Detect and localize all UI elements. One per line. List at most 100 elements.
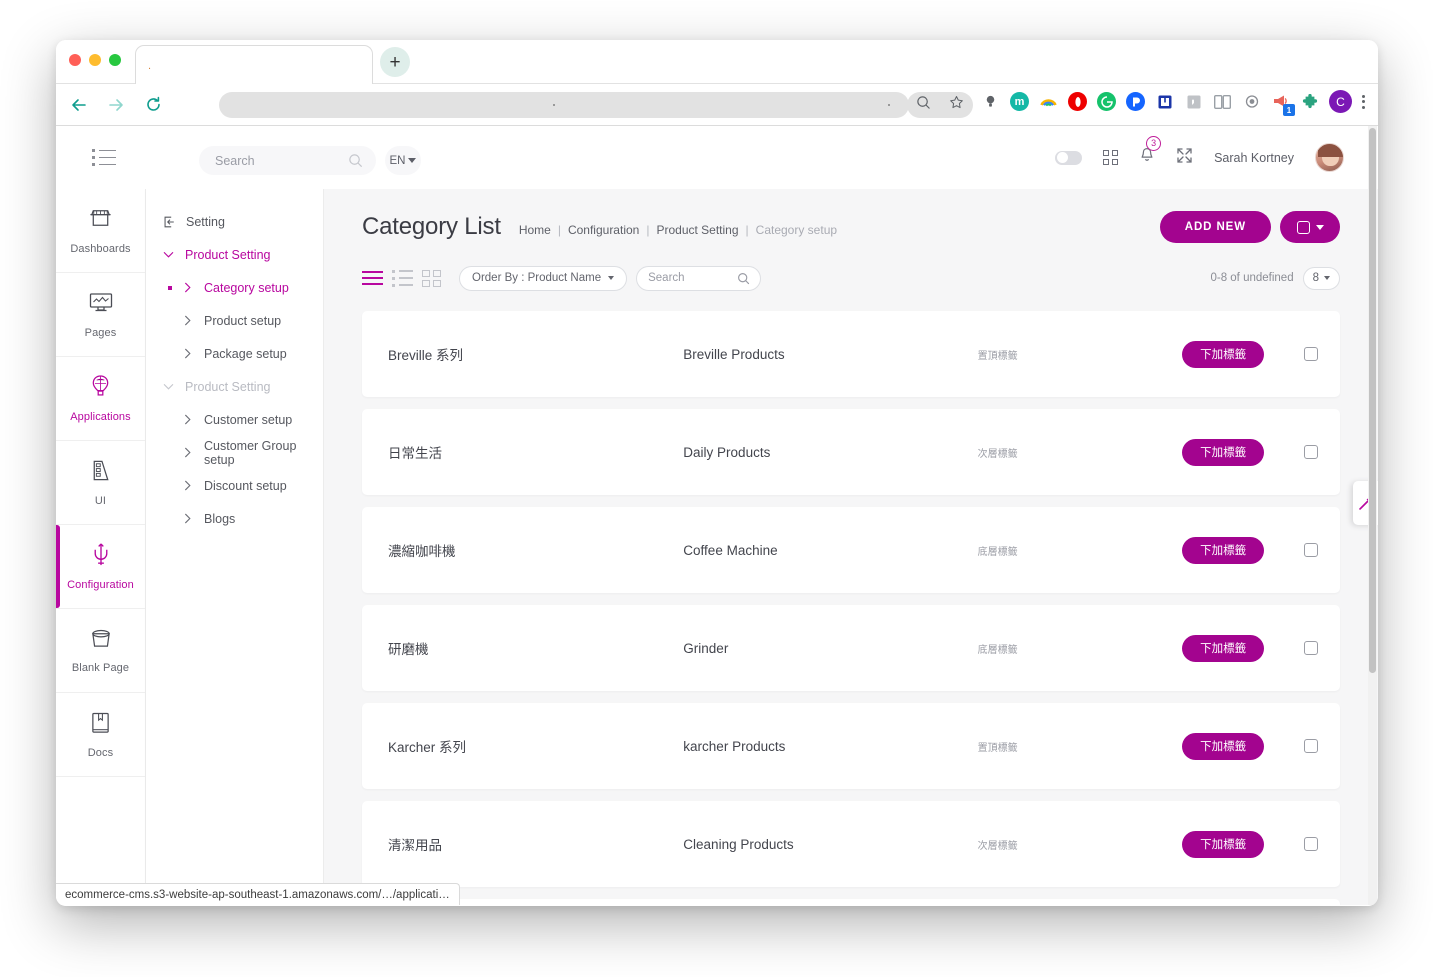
- maximize-window-button[interactable]: [109, 54, 121, 66]
- submenu-item-product-setup[interactable]: Product setup: [146, 304, 323, 337]
- notifications-button[interactable]: 3: [1139, 135, 1162, 169]
- book-icon[interactable]: [1155, 92, 1174, 111]
- list-search-input[interactable]: Search: [636, 265, 762, 291]
- submenu-label: Customer Group setup: [204, 438, 297, 467]
- speech-bubble-icon[interactable]: [1242, 92, 1261, 111]
- submenu-item-category-setup[interactable]: Category setup: [146, 271, 323, 304]
- row-checkbox[interactable]: [1304, 837, 1318, 851]
- view-mode-list-button[interactable]: [392, 269, 413, 287]
- scrollbar-thumb[interactable]: [1369, 128, 1376, 673]
- submenu-item-package-setup[interactable]: Package setup: [146, 337, 323, 370]
- add-tag-button[interactable]: 下加標籤: [1182, 536, 1265, 564]
- submenu-item-customer-setup[interactable]: Customer setup: [146, 403, 323, 436]
- forward-icon[interactable]: [102, 91, 130, 119]
- submenu-label: Product Setting: [185, 379, 271, 394]
- avatar[interactable]: [1315, 143, 1344, 172]
- back-icon[interactable]: [65, 91, 93, 119]
- table-row[interactable]: Steamcleaner 底層標籤 下加標籤: [362, 899, 1340, 905]
- table-row[interactable]: 清潔用品 Cleaning Products 次層標籤 下加標籤: [362, 801, 1340, 887]
- submenu-group-product-setting-1[interactable]: Product Setting: [146, 238, 323, 271]
- new-tab-button[interactable]: +: [380, 47, 410, 77]
- browser-profile-avatar[interactable]: C: [1329, 90, 1352, 113]
- add-tag-button[interactable]: 下加標籤: [1182, 732, 1265, 760]
- url-input[interactable]: [219, 92, 909, 118]
- chevron-right-icon: [181, 446, 194, 459]
- list-search-placeholder: Search: [648, 272, 685, 284]
- bookmark-star-icon[interactable]: [949, 95, 964, 115]
- opera-icon[interactable]: [1068, 92, 1087, 111]
- browser-menu-icon[interactable]: [1362, 94, 1365, 109]
- chevron-down-icon: [162, 380, 175, 393]
- hand-icon[interactable]: [1184, 92, 1203, 111]
- sidebar-item-applications[interactable]: Applications: [56, 357, 145, 441]
- breadcrumb-product-setting[interactable]: Product Setting: [656, 223, 738, 237]
- row-checkbox[interactable]: [1304, 347, 1318, 361]
- minimize-window-button[interactable]: [89, 54, 101, 66]
- category-tag-level: 次層標籤: [977, 448, 1018, 460]
- table-row[interactable]: Karcher 系列 karcher Products 置頂標籤 下加標籤: [362, 703, 1340, 789]
- fullscreen-icon[interactable]: [1176, 147, 1193, 169]
- add-tag-button[interactable]: 下加標籤: [1182, 634, 1265, 662]
- menu-toggle-icon[interactable]: [92, 149, 116, 166]
- rainbow-icon[interactable]: [1039, 92, 1058, 111]
- sidebar-item-ui[interactable]: UI: [56, 441, 145, 525]
- puzzle-icon[interactable]: [1300, 92, 1319, 111]
- language-selector[interactable]: EN: [385, 146, 421, 175]
- page-scrollbar[interactable]: [1368, 126, 1377, 905]
- sidebar-item-dashboards[interactable]: Dashboards: [56, 189, 145, 273]
- lightbulb-icon[interactable]: [981, 92, 1000, 111]
- row-checkbox[interactable]: [1304, 641, 1318, 655]
- square-icon: [1296, 220, 1310, 234]
- table-row[interactable]: 日常生活 Daily Products 次層標籤 下加標籤: [362, 409, 1340, 495]
- dark-mode-toggle[interactable]: [1055, 150, 1083, 165]
- table-row[interactable]: 濃縮咖啡機 Coffee Machine 底層標籤 下加標籤: [362, 507, 1340, 593]
- row-checkbox[interactable]: [1304, 543, 1318, 557]
- category-name: Karcher 系列: [388, 740, 467, 755]
- row-checkbox[interactable]: [1304, 739, 1318, 753]
- browser-tab[interactable]: .: [135, 45, 373, 84]
- header-search-input[interactable]: Search: [199, 146, 376, 175]
- sidebar-item-configuration[interactable]: Configuration: [56, 525, 145, 609]
- view-mode-grid-button[interactable]: [422, 269, 441, 287]
- mastodon-icon[interactable]: m: [1010, 92, 1029, 111]
- view-mode-rows-button[interactable]: [362, 270, 383, 286]
- add-new-button[interactable]: ADD NEW: [1159, 211, 1271, 243]
- submenu-label: Customer setup: [204, 412, 293, 427]
- sidebar-item-pages[interactable]: Pages: [56, 273, 145, 357]
- breadcrumb-category-setup: Category setup: [755, 223, 838, 237]
- split-view-icon[interactable]: [1213, 92, 1232, 111]
- view-options-button[interactable]: [1280, 211, 1340, 243]
- proton-icon[interactable]: [1126, 92, 1145, 111]
- chevron-down-icon: [162, 248, 175, 261]
- add-tag-button[interactable]: 下加標籤: [1182, 830, 1265, 858]
- zoom-search-icon[interactable]: [916, 95, 931, 115]
- page-size-select[interactable]: 8: [1302, 266, 1340, 290]
- submenu-item-customer-group-setup[interactable]: Customer Group setup: [146, 436, 323, 469]
- submenu-item-blogs[interactable]: Blogs: [146, 502, 323, 535]
- chevron-right-icon: [181, 413, 194, 426]
- breadcrumb-home[interactable]: Home: [519, 223, 551, 237]
- row-checkbox[interactable]: [1304, 445, 1318, 459]
- table-row[interactable]: 研磨機 Grinder 底層標籤 下加標籤: [362, 605, 1340, 691]
- chevron-right-icon: [181, 281, 194, 294]
- submenu-item-discount-setup[interactable]: Discount setup: [146, 469, 323, 502]
- category-list: Breville 系列 Breville Products 置頂標籤 下加標籤 …: [362, 311, 1340, 905]
- apps-grid-icon[interactable]: [1103, 150, 1119, 165]
- megaphone-icon[interactable]: 1: [1271, 92, 1295, 116]
- grammarly-icon[interactable]: [1097, 92, 1116, 111]
- reload-icon[interactable]: [139, 91, 167, 119]
- order-by-select[interactable]: Order By : Product Name: [459, 265, 628, 291]
- submenu-group-product-setting-2[interactable]: Product Setting: [146, 370, 323, 403]
- breadcrumb-configuration[interactable]: Configuration: [568, 223, 639, 237]
- add-tag-button[interactable]: 下加標籤: [1182, 340, 1265, 368]
- sidebar-item-docs[interactable]: Docs: [56, 693, 145, 777]
- table-row[interactable]: Breville 系列 Breville Products 置頂標籤 下加標籤: [362, 311, 1340, 397]
- chevron-right-icon: [181, 479, 194, 492]
- sidebar-item-blank-page[interactable]: Blank Page: [56, 609, 145, 693]
- add-tag-button[interactable]: 下加標籤: [1182, 438, 1265, 466]
- monitor-icon: [88, 291, 114, 320]
- close-window-button[interactable]: [69, 54, 81, 66]
- category-english-name: Coffee Machine: [683, 542, 778, 558]
- submenu-item-setting[interactable]: Setting: [146, 205, 323, 238]
- window-controls: [69, 54, 121, 66]
